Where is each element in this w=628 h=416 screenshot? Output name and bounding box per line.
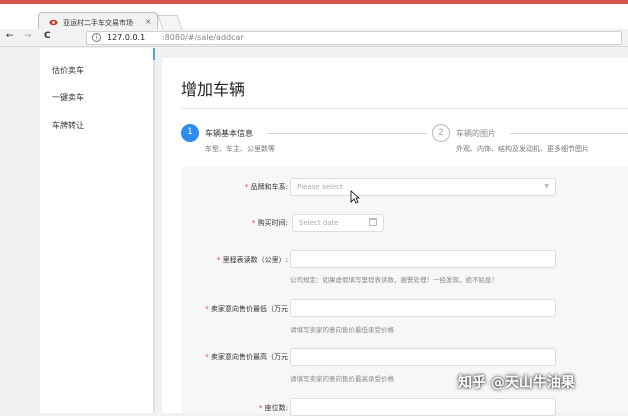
buy-time-label: * 购买时间: xyxy=(251,219,288,227)
step-2-title: 车辆的图片 xyxy=(456,129,496,138)
brand-label-wrap: * 品牌和车系: xyxy=(182,182,288,194)
mileage-label-wrap: * 里程表读数（公里）: xyxy=(182,255,288,267)
page-title: 增加车辆 xyxy=(181,80,246,99)
brand-placeholder: Please select xyxy=(297,183,343,191)
sidebar-item-plate-transfer[interactable]: 车牌转让 xyxy=(52,120,84,131)
brand-label: * 品牌和车系: xyxy=(244,183,288,191)
address-toolbar: ← → C i 127.0.0.1 :8080/#/sale/addcar xyxy=(0,29,628,47)
divider-accent xyxy=(153,48,155,60)
address-bar[interactable]: i 127.0.0.1 :8080/#/sale/addcar xyxy=(86,31,622,45)
sidebar-divider xyxy=(153,48,155,413)
price-max-input[interactable] xyxy=(290,348,556,366)
mileage-hint: 公司规定：如果虚假填写里程表读数，报警处理！一经发现，绝不姑息！ xyxy=(290,276,498,284)
sidebar-item-quick-sell[interactable]: 一键卖车 xyxy=(52,92,84,103)
mouse-cursor-icon xyxy=(350,190,360,204)
step-1-desc: 车型、车主、公里数等 xyxy=(205,145,275,153)
price-max-label: * 卖家意向售价最高（万元 xyxy=(205,353,288,361)
tab-title: 亚运村二手车交易市场 xyxy=(63,19,133,27)
step-2-circle: 2 xyxy=(432,124,450,142)
back-icon[interactable]: ← xyxy=(6,31,14,41)
title-divider xyxy=(181,108,628,109)
price-min-input[interactable] xyxy=(290,299,556,317)
favicon-icon xyxy=(49,19,58,26)
price-min-hint: 请填写卖家的意向售价最低承受价格 xyxy=(290,326,394,334)
url-path: :8080/#/sale/addcar xyxy=(162,33,244,42)
price-max-label-wrap: * 卖家意向售价最高（万元 xyxy=(182,352,288,364)
price-max-hint: 请填写卖家的意向售价最高承受价格 xyxy=(290,375,394,383)
info-icon[interactable]: i xyxy=(92,33,101,42)
mileage-label: * 里程表读数（公里）: xyxy=(216,256,288,264)
price-min-label: * 卖家意向售价最低（万元 xyxy=(205,305,288,313)
buy-time-picker[interactable]: Select date xyxy=(292,214,384,232)
mileage-input[interactable] xyxy=(290,250,556,268)
new-tab-button[interactable] xyxy=(157,15,183,30)
tab-close-icon[interactable]: × xyxy=(145,17,152,26)
step-1-circle: 1 xyxy=(181,124,199,142)
browser-tabstrip: 亚运村二手车交易市场 × xyxy=(0,4,628,33)
seats-label: * 座位数: xyxy=(258,404,288,412)
price-min-label-wrap: * 卖家意向售价最低（万元 xyxy=(182,304,288,316)
url-host: 127.0.0.1 xyxy=(107,33,146,42)
chevron-down-icon: ▼ xyxy=(544,183,549,190)
watermark: 知乎 @天山牛油果 xyxy=(458,375,575,391)
sidebar-item-estimate[interactable]: 估价卖车 xyxy=(52,65,84,76)
brand-select[interactable]: Please select ▼ xyxy=(290,178,556,196)
buy-time-placeholder: Select date xyxy=(299,219,339,227)
step-1-line xyxy=(267,133,427,134)
step-2-line xyxy=(510,133,628,134)
sidebar: 估价卖车 一键卖车 车牌转让 xyxy=(40,48,153,413)
main-content: 增加车辆 1 车辆基本信息 车型、车主、公里数等 2 车辆的图片 外观、内饰、结… xyxy=(162,58,628,416)
step-1-title: 车辆基本信息 xyxy=(205,129,253,138)
seats-label-wrap: * 座位数: xyxy=(182,403,288,415)
forward-icon[interactable]: → xyxy=(24,31,32,41)
buy-time-label-wrap: * 购买时间: xyxy=(182,218,288,230)
calendar-icon xyxy=(369,218,377,226)
step-2-desc: 外观、内饰、结构及发动机、更多细节图片 xyxy=(456,145,589,153)
seats-input[interactable] xyxy=(290,398,556,416)
reload-icon[interactable]: C xyxy=(44,31,51,41)
